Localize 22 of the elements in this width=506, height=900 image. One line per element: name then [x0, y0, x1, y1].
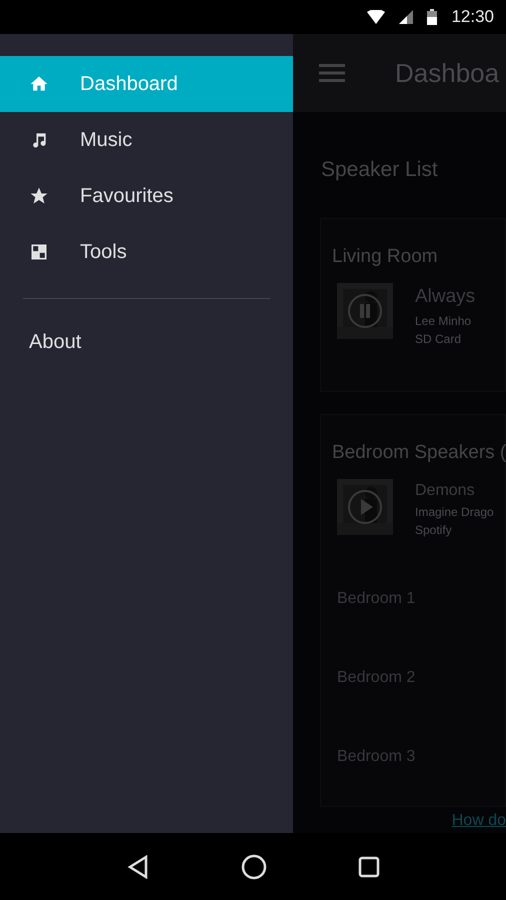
- back-icon[interactable]: [126, 854, 150, 878]
- app-bar-title: Dashboa: [395, 56, 500, 90]
- drawer-item[interactable]: Music: [0, 112, 293, 168]
- track-artist: Imagine Drago: [415, 504, 494, 521]
- home-icon[interactable]: [240, 854, 267, 880]
- signal-icon: [399, 10, 414, 24]
- track-source: SD Card: [415, 330, 462, 348]
- clock: 12:30: [451, 6, 494, 28]
- battery-icon: [427, 9, 438, 25]
- track-artist: Lee Minho: [415, 312, 472, 330]
- group-name: Living Room: [332, 244, 439, 268]
- drawer-item[interactable]: Tools: [0, 224, 293, 280]
- overview-icon[interactable]: [358, 856, 380, 878]
- wifi-icon: [367, 10, 386, 24]
- help-link[interactable]: How do: [452, 809, 506, 833]
- star-icon: [29, 186, 49, 206]
- track-source: Spotify: [415, 522, 453, 539]
- group-name: Bedroom Speakers (: [332, 440, 505, 464]
- drawer-item[interactable]: Favourites: [0, 168, 293, 224]
- drawer-item[interactable]: Dashboard: [0, 56, 293, 112]
- drawer-item[interactable]: About: [0, 317, 293, 367]
- section-heading: Speaker List: [321, 157, 439, 183]
